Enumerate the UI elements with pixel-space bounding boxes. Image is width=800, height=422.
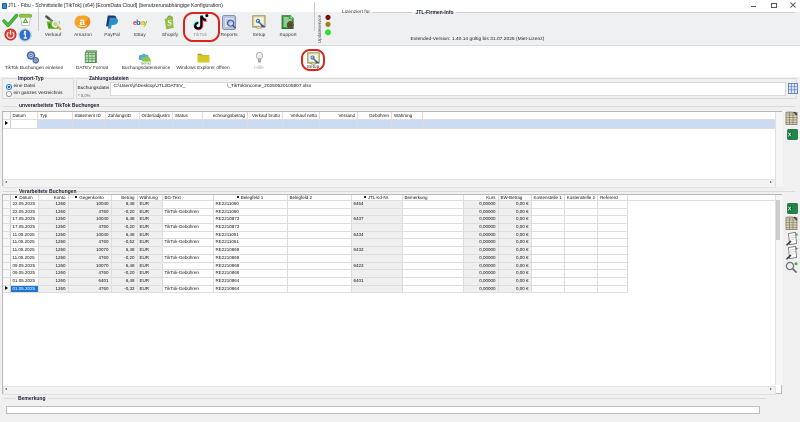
svg-text:ebay: ebay bbox=[133, 20, 147, 27]
svg-text:X: X bbox=[787, 132, 791, 138]
svg-text:Server: Server bbox=[141, 61, 152, 65]
svg-text:S: S bbox=[167, 18, 172, 27]
svg-text:X: X bbox=[787, 207, 791, 213]
